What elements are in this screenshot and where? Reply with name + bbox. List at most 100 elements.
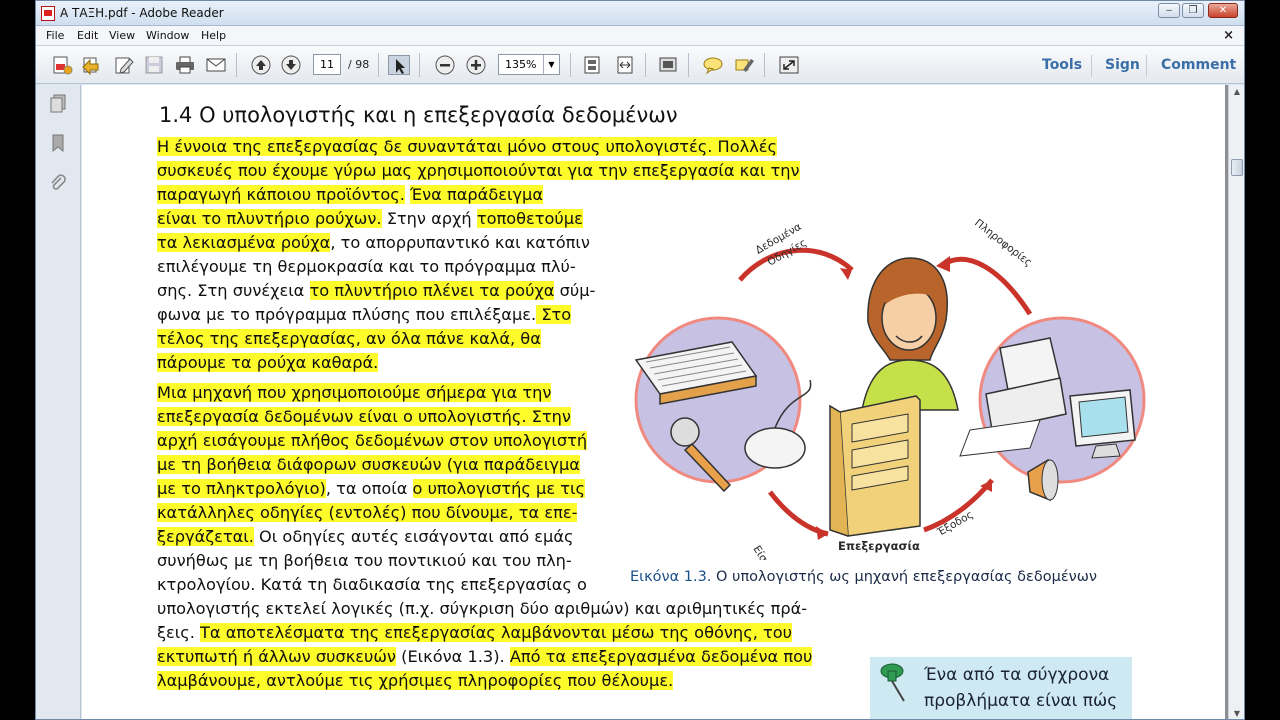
text-line: συσκευές που έχουμε γύρω μας χρησιμοποιο…: [157, 161, 800, 181]
email-icon[interactable]: [205, 55, 227, 75]
menu-help[interactable]: Help: [201, 29, 226, 42]
comment-link[interactable]: Comment: [1161, 57, 1236, 73]
body-text: σης. Στη συνέχεια: [157, 281, 310, 300]
text-line: με το πληκτρολόγιο), τα οποία ο υπολογισ…: [157, 479, 585, 499]
highlighted-text: Τα αποτελέσματα της επεξεργασίας λαμβάνο…: [200, 623, 792, 642]
text-line: υπολογιστής εκτελεί λογικές (π.χ. σύγκρι…: [157, 599, 807, 619]
body-text: επιλέγουμε τη θερμοκρασία και το πρόγραμ…: [157, 257, 576, 276]
text-line: πάρουμε τα ρούχα καθαρά.: [157, 353, 379, 373]
scrollbar-thumb[interactable]: [1231, 159, 1243, 176]
caption-label: Εικόνα 1.3.: [630, 569, 712, 585]
menu-view[interactable]: View: [109, 29, 135, 42]
body-text: συνήθως με τη βοήθεια του ποντικιού και …: [157, 551, 572, 570]
bookmarks-icon[interactable]: [48, 133, 68, 153]
highlight-text-icon[interactable]: [733, 55, 755, 75]
body-text: , τα οποία: [325, 479, 413, 498]
fit-page-icon[interactable]: [581, 55, 603, 75]
title-bar: Α ΤΑΞΗ.pdf - Adobe Reader ‒ ❐ ✕: [36, 1, 1244, 26]
text-line: Η έννοια της επεξεργασίας δε συναντάται …: [157, 137, 778, 157]
body-text: υπολογιστής εκτελεί λογικές (π.χ. σύγκρι…: [157, 599, 808, 618]
highlighted-text: Από τα επεξεργασμένα δεδομένα που: [509, 647, 813, 666]
text-line: φωνα με το πρόγραμμα πλύσης που επιλέξαμ…: [157, 305, 572, 325]
body-text: σύμ-: [554, 281, 596, 300]
highlighted-text: πάρουμε τα ρούχα καθαρά.: [157, 353, 379, 372]
toolbar: 11 / 98 135% ▼ Tools Sign Comment: [36, 46, 1244, 84]
text-line: επιλέγουμε τη θερμοκρασία και το πρόγραμ…: [157, 257, 576, 277]
read-mode-icon[interactable]: [657, 55, 679, 75]
zoom-out-button[interactable]: [434, 55, 456, 75]
full-screen-icon[interactable]: [778, 55, 800, 75]
edit-pdf-icon[interactable]: [113, 55, 135, 75]
text-line: Μια μηχανή που χρησιμοποιούμε σήμερα για…: [157, 383, 552, 403]
menu-bar: File Edit View Window Help ×: [36, 26, 1244, 46]
window-title: Α ΤΑΞΗ.pdf - Adobe Reader: [60, 6, 224, 20]
sticky-note-icon[interactable]: [702, 55, 724, 75]
margin-note-line-1: Ένα από τα σύγχρονα: [924, 665, 1110, 685]
next-page-button[interactable]: [280, 55, 302, 75]
body-text: Στην αρχή: [381, 209, 477, 228]
save-icon[interactable]: [143, 55, 165, 75]
highlighted-text: Ένα παράδειγμα: [410, 185, 544, 204]
zoom-value: 135%: [505, 58, 537, 71]
highlighted-text: συσκευές που έχουμε γύρω μας χρησιμοποιο…: [157, 161, 800, 180]
page-number-input[interactable]: 11: [313, 54, 341, 75]
highlighted-text: με τη βοήθεια διάφορων συσκευών (για παρ…: [157, 455, 580, 474]
highlighted-text: Στο: [536, 305, 572, 324]
text-line: παραγωγή κάποιου προϊόντος. Ένα παράδειγ…: [157, 185, 544, 205]
text-line: ξεις. Τα αποτελέσματα της επεξεργασίας λ…: [157, 623, 792, 643]
minimize-button[interactable]: ‒: [1158, 3, 1180, 18]
fit-width-icon[interactable]: [614, 55, 636, 75]
adobe-reader-window: Α ΤΑΞΗ.pdf - Adobe Reader ‒ ❐ ✕ File Edi…: [35, 0, 1245, 720]
share-files-icon[interactable]: [80, 55, 102, 76]
print-icon[interactable]: [174, 55, 196, 75]
highlighted-text: λαμβάνουμε, αντλούμε τις χρήσιμες πληροφ…: [157, 671, 674, 690]
figure-caption: Εικόνα 1.3. Ο υπολογιστής ως μηχανή επεξ…: [630, 569, 1097, 585]
text-line: κτρολογίου. Κατά τη διαδικασία της επεξε…: [157, 575, 587, 595]
body-text: ξεις.: [157, 623, 201, 642]
text-line: εκτυπωτή ή άλλων συσκευών (Εικόνα 1.3). …: [157, 647, 813, 667]
text-line: επεξεργασία δεδομένων είναι ο υπολογιστή…: [157, 407, 571, 427]
highlighted-text: ο υπολογιστής με τις: [412, 479, 585, 498]
highlighted-text: τα λεκιασμένα ρούχα: [157, 233, 331, 252]
text-line: αρχή εισάγουμε πλήθος δεδομένων στον υπο…: [157, 431, 588, 451]
highlighted-text: ξεργάζεται.: [157, 527, 254, 546]
vertical-scrollbar[interactable]: ▲ ▼: [1228, 85, 1244, 719]
highlighted-text: εκτυπωτή ή άλλων συσκευών: [157, 647, 396, 666]
text-line: είναι το πλυντήριο ρούχων. Στην αρχή τοπ…: [157, 209, 583, 229]
highlighted-text: το πλυντήριο πλένει τα ρούχα: [309, 281, 555, 300]
highlighted-text: με το πληκτρολόγιο): [157, 479, 326, 498]
highlighted-text: κατάλληλες οδηγίες (εντολές) που δίνουμε…: [157, 503, 578, 522]
body-text: (Εικόνα 1.3).: [395, 647, 510, 666]
navigation-panel: [36, 85, 81, 719]
text-line: τα λεκιασμένα ρούχα, το απορρυπαντικό κα…: [157, 233, 590, 253]
sign-link[interactable]: Sign: [1105, 57, 1140, 73]
menu-window[interactable]: Window: [146, 29, 189, 42]
body-text: Οι οδηγίες αυτές εισάγονται από εμάς: [253, 527, 574, 546]
tools-link[interactable]: Tools: [1042, 57, 1082, 73]
previous-page-button[interactable]: [250, 55, 272, 75]
scroll-up-icon[interactable]: ▲: [1232, 87, 1242, 97]
text-line: με τη βοήθεια διάφορων συσκευών (για παρ…: [157, 455, 580, 475]
highlighted-text: είναι το πλυντήριο ρούχων.: [157, 209, 382, 228]
chevron-down-icon[interactable]: ▼: [543, 55, 559, 74]
document-view[interactable]: 1.4 Ο υπολογιστής και η επεξεργασία δεδο…: [82, 85, 1228, 719]
menu-edit[interactable]: Edit: [77, 29, 98, 42]
zoom-in-button[interactable]: [465, 55, 487, 75]
select-tool-icon[interactable]: [388, 55, 410, 75]
zoom-level-select[interactable]: 135% ▼: [498, 54, 560, 75]
highlighted-text: παραγωγή κάποιου προϊόντος.: [157, 185, 405, 204]
page-thumbnails-icon[interactable]: [48, 93, 68, 113]
create-pdf-icon[interactable]: [51, 55, 73, 75]
label-processing: Επεξεργασία: [838, 539, 920, 553]
body-text: , το απορρυπαντικό και κατόπιν: [330, 233, 590, 252]
highlighted-text: επεξεργασία δεδομένων είναι ο υπολογιστή…: [157, 407, 571, 426]
text-line: τέλος της επεξεργασίας, αν όλα πάνε καλά…: [157, 329, 541, 349]
restore-button[interactable]: ❐: [1182, 3, 1204, 18]
pushpin-icon: [880, 663, 905, 702]
label-information: Πληροφορίες: [972, 217, 1034, 269]
menu-file[interactable]: File: [46, 29, 64, 42]
close-window-button[interactable]: ✕: [1208, 3, 1238, 18]
attachments-icon[interactable]: [48, 173, 68, 193]
scroll-down-icon[interactable]: ▼: [1232, 709, 1242, 719]
close-document-icon[interactable]: ×: [1223, 28, 1234, 43]
